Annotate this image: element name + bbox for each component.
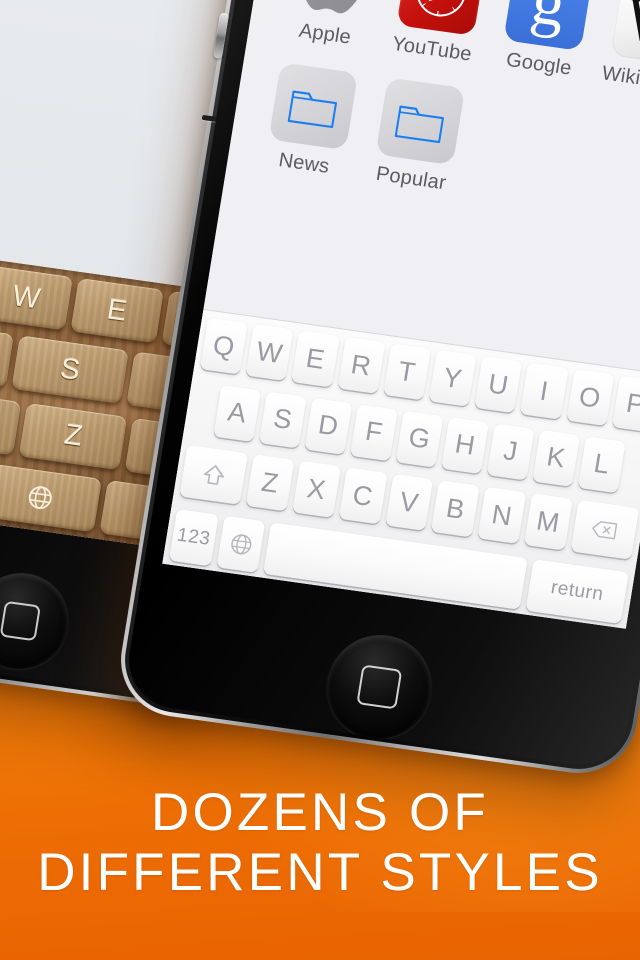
key-n[interactable]: N bbox=[477, 487, 527, 545]
key-o[interactable]: O bbox=[565, 369, 615, 426]
key-i[interactable]: I bbox=[520, 362, 569, 420]
apple-logo-icon bbox=[303, 0, 367, 14]
home-rounded-square-icon bbox=[0, 600, 42, 642]
key-p[interactable]: P bbox=[611, 375, 640, 433]
shift-arrow-icon bbox=[203, 465, 224, 486]
headline-line-2: DIFFERENT STYLES bbox=[37, 842, 603, 902]
google-g-icon: g bbox=[503, 0, 594, 51]
globe-icon bbox=[230, 534, 252, 555]
wood-key-w[interactable]: W bbox=[0, 265, 73, 331]
headline-line-1: DOZENS OF bbox=[151, 783, 489, 843]
favorite-icon-wrap bbox=[289, 0, 379, 21]
favorite-item-google[interactable]: g Google bbox=[484, 0, 608, 84]
wood-key-z[interactable]: Z bbox=[18, 402, 128, 470]
wood-key-e[interactable]: E bbox=[70, 277, 164, 344]
key-l[interactable]: L bbox=[577, 436, 626, 493]
favorite-item-news[interactable]: News bbox=[249, 60, 373, 183]
key-u[interactable]: U bbox=[474, 356, 523, 414]
key-r[interactable]: R bbox=[337, 336, 386, 394]
key-numbers[interactable]: 123 bbox=[168, 509, 219, 567]
key-h[interactable]: H bbox=[441, 416, 490, 474]
favorite-label: Wikipedia bbox=[600, 62, 640, 97]
favorite-item-youtube[interactable]: YouTube bbox=[377, 0, 501, 69]
folder-icon bbox=[394, 105, 444, 144]
key-globe[interactable] bbox=[216, 515, 266, 573]
favorite-label: Popular bbox=[374, 162, 448, 195]
favorite-label: YouTube bbox=[390, 32, 474, 66]
favorite-label: News bbox=[277, 149, 331, 178]
wood-key-shift[interactable] bbox=[0, 381, 22, 456]
key-z[interactable]: Z bbox=[245, 454, 295, 512]
key-q[interactable]: Q bbox=[199, 317, 248, 375]
favorite-icon-wrap bbox=[375, 77, 466, 166]
left-phone-home-button[interactable] bbox=[0, 566, 76, 676]
key-k[interactable]: K bbox=[532, 429, 581, 487]
key-t[interactable]: T bbox=[382, 343, 432, 401]
wood-key-a[interactable]: A bbox=[0, 319, 14, 389]
compass-icon bbox=[416, 0, 466, 17]
key-e[interactable]: E bbox=[291, 330, 340, 388]
key-shift[interactable] bbox=[179, 445, 249, 506]
key-return[interactable]: return bbox=[525, 559, 629, 624]
key-f[interactable]: F bbox=[349, 403, 398, 461]
favorite-label: Apple bbox=[297, 19, 353, 49]
key-y[interactable]: Y bbox=[428, 349, 477, 407]
home-rounded-square-icon bbox=[356, 664, 403, 710]
key-v[interactable]: V bbox=[384, 474, 434, 532]
key-g[interactable]: G bbox=[395, 410, 444, 468]
key-s[interactable]: S bbox=[258, 391, 307, 449]
key-c[interactable]: C bbox=[338, 467, 388, 525]
key-backspace[interactable] bbox=[570, 500, 640, 561]
backspace-icon bbox=[592, 521, 618, 540]
globe-icon bbox=[28, 486, 52, 510]
favorite-icon-wrap bbox=[396, 0, 487, 36]
promo-headline: DOZENS OF DIFFERENT STYLES bbox=[0, 783, 640, 902]
right-phone-screen: Cancel Apple bbox=[162, 0, 640, 629]
favorite-item-apple[interactable]: Apple bbox=[270, 0, 394, 54]
folder-icon bbox=[287, 90, 338, 129]
wood-key-s[interactable]: S bbox=[11, 335, 129, 405]
key-a[interactable]: A bbox=[213, 384, 262, 442]
key-x[interactable]: X bbox=[292, 461, 341, 519]
key-m[interactable]: M bbox=[523, 493, 573, 551]
key-b[interactable]: B bbox=[431, 480, 480, 538]
favorite-icon-wrap bbox=[268, 62, 359, 151]
key-j[interactable]: J bbox=[486, 423, 535, 481]
right-phone-home-button[interactable] bbox=[319, 628, 440, 746]
wikipedia-w-icon: W bbox=[610, 0, 640, 66]
favorite-item-popular[interactable]: Popular bbox=[356, 75, 480, 198]
key-w[interactable]: W bbox=[245, 324, 294, 381]
key-d[interactable]: D bbox=[304, 397, 353, 455]
favorite-label: Google bbox=[504, 48, 574, 80]
wood-key-globe[interactable] bbox=[0, 462, 103, 533]
